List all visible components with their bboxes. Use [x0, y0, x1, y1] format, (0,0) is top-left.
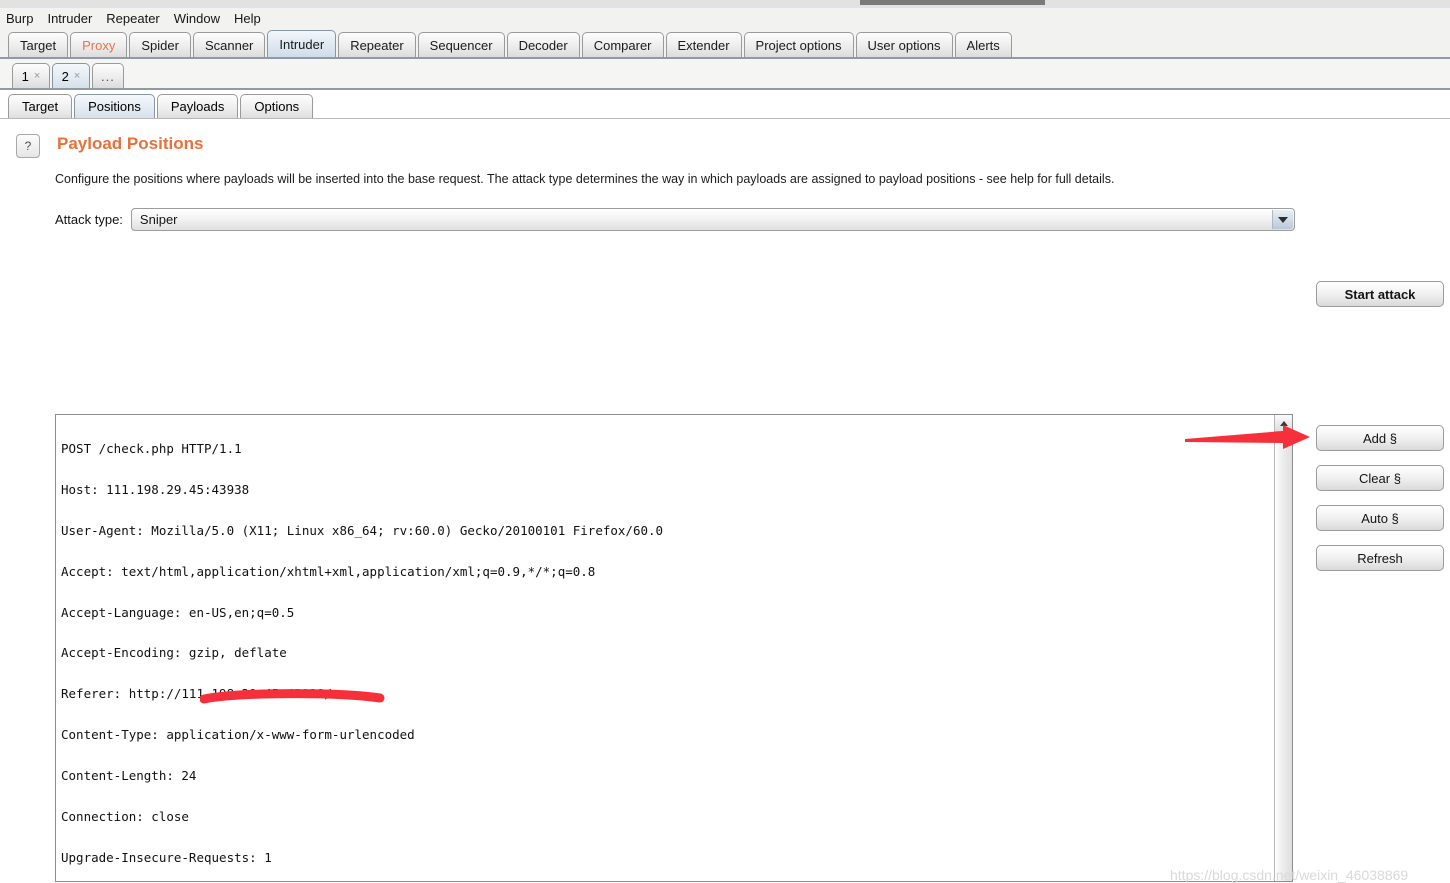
tab-extender[interactable]: Extender — [665, 32, 742, 57]
refresh-button[interactable]: Refresh — [1316, 545, 1444, 571]
sub-tab-bar: Target Positions Payloads Options — [0, 90, 1450, 119]
tab-decoder[interactable]: Decoder — [506, 32, 580, 57]
start-attack-button[interactable]: Start attack — [1316, 281, 1444, 307]
attack-type-select[interactable]: Sniper — [130, 208, 1295, 231]
close-icon[interactable]: × — [34, 70, 40, 82]
tab-intruder[interactable]: Intruder — [267, 30, 337, 57]
request-editor[interactable]: POST /check.php HTTP/1.1 Host: 111.198.2… — [55, 414, 1293, 882]
attack-tab-bar: 1 × 2 × ... — [0, 59, 1450, 90]
request-line: User-Agent: Mozilla/5.0 (X11; Linux x86_… — [61, 523, 664, 539]
tab-alerts[interactable]: Alerts — [954, 32, 1012, 57]
request-text[interactable]: POST /check.php HTTP/1.1 Host: 111.198.2… — [56, 415, 1274, 881]
subtab-target[interactable]: Target — [8, 94, 73, 118]
request-line: Content-Length: 24 — [61, 767, 197, 783]
menu-item-repeater[interactable]: Repeater — [106, 8, 159, 30]
attack-tab-2-label: 2 — [61, 68, 69, 84]
tab-comparer[interactable]: Comparer — [581, 32, 664, 57]
tab-scanner[interactable]: Scanner — [192, 32, 266, 57]
attack-tab-1-label: 1 — [21, 68, 29, 84]
menu-item-intruder[interactable]: Intruder — [47, 8, 92, 30]
clear-payload-positions-button[interactable]: Clear § — [1316, 465, 1444, 491]
attack-tab-more[interactable]: ... — [92, 63, 124, 88]
request-line: Upgrade-Insecure-Requests: 1 — [61, 849, 272, 865]
request-line: Accept-Language: en-US,en;q=0.5 — [61, 604, 295, 620]
tab-repeater[interactable]: Repeater — [338, 32, 416, 57]
window-chrome-dark-bar — [860, 0, 1045, 5]
tab-user-options[interactable]: User options — [855, 32, 953, 57]
tab-proxy[interactable]: Proxy — [70, 32, 128, 57]
request-line: Host: 111.198.29.45:43938 — [61, 482, 250, 498]
main-tab-bar: Target Proxy Spider Scanner Intruder Rep… — [0, 30, 1450, 59]
attack-type-label: Attack type: — [55, 212, 123, 227]
positions-panel: ? Payload Positions Configure the positi… — [0, 119, 1450, 883]
request-line: Referer: http://111.198.29.45:43938/ — [61, 686, 332, 702]
tab-sequencer[interactable]: Sequencer — [417, 32, 505, 57]
window-chrome-strip — [0, 0, 1450, 8]
subtab-options[interactable]: Options — [240, 94, 314, 118]
menu-item-help[interactable]: Help — [234, 8, 261, 30]
help-icon[interactable]: ? — [16, 134, 40, 158]
menu-bar: Burp Intruder Repeater Window Help — [0, 8, 1450, 30]
add-payload-position-button[interactable]: Add § — [1316, 425, 1444, 451]
attack-tab-1[interactable]: 1 × — [12, 63, 50, 88]
attack-type-value: Sniper — [139, 212, 178, 227]
page-title: Payload Positions — [57, 134, 204, 153]
tab-project-options[interactable]: Project options — [743, 32, 854, 57]
panel-header: ? Payload Positions — [0, 133, 1450, 158]
request-line: POST /check.php HTTP/1.1 — [61, 441, 242, 457]
auto-payload-positions-button[interactable]: Auto § — [1316, 505, 1444, 531]
request-line: Connection: close — [61, 808, 189, 824]
attack-type-row: Attack type: Sniper — [55, 208, 1295, 231]
attack-tab-2[interactable]: 2 × — [52, 63, 90, 88]
panel-description: Configure the positions where payloads w… — [55, 172, 1115, 186]
chevron-down-icon[interactable] — [1272, 210, 1293, 229]
request-line: Content-Type: application/x-www-form-url… — [61, 727, 415, 743]
request-line: Accept-Encoding: gzip, deflate — [61, 645, 287, 661]
subtab-positions[interactable]: Positions — [74, 94, 155, 118]
menu-item-burp[interactable]: Burp — [6, 8, 33, 30]
scroll-up-icon[interactable] — [1275, 415, 1292, 432]
scrollbar-track[interactable] — [1275, 432, 1292, 881]
menu-item-window[interactable]: Window — [174, 8, 220, 30]
tab-spider[interactable]: Spider — [129, 32, 191, 57]
subtab-payloads[interactable]: Payloads — [156, 94, 239, 118]
tab-target[interactable]: Target — [8, 32, 69, 57]
request-line: Accept: text/html,application/xhtml+xml,… — [61, 563, 596, 579]
close-icon[interactable]: × — [74, 70, 80, 82]
editor-vertical-scrollbar[interactable] — [1274, 415, 1292, 881]
